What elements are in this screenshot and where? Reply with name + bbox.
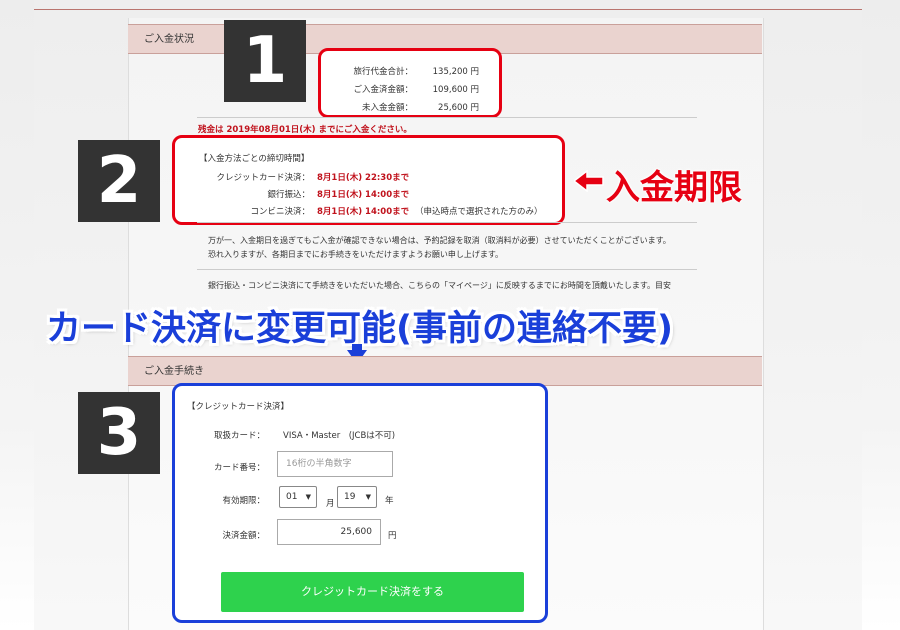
card-form-heading: 【クレジットカード決済】 <box>187 402 290 412</box>
accepted-cards-label: 取扱カード： <box>213 431 265 441</box>
amount-label: 決済金額： <box>222 531 265 541</box>
cutoff-convenience-label: コンビニ決済： <box>250 207 310 217</box>
notice-cancel-line1: 万が一、入金期日を過ぎてもご入金が確認できない場合は、予約記録を取消（取消料が必… <box>208 236 671 245</box>
notice-cancel-line2: 恐れ入りますが、各期日までにお手続きをいただけますようお願い申し上げます。 <box>208 250 504 259</box>
year-unit: 年 <box>385 496 394 506</box>
expiry-month-select[interactable]: 01 ▼ <box>279 486 317 508</box>
arrow-left-icon <box>574 170 604 192</box>
card-number-input[interactable]: 16桁の半角数字 <box>277 451 393 477</box>
cutoff-heading: 【入金方法ごとの締切時間】 <box>199 154 310 164</box>
cutoff-bank-value: 8月1日(木) 14:00まで <box>317 190 410 200</box>
divider <box>197 222 697 223</box>
cutoff-convenience-note: （申込時点で選択された方のみ） <box>415 207 543 217</box>
top-divider <box>34 9 862 10</box>
credit-card-submit-button[interactable]: クレジットカード決済をする <box>221 572 524 612</box>
step-badge-2: 2 <box>78 140 160 222</box>
cutoff-convenience-value: 8月1日(木) 14:00まで <box>317 207 410 217</box>
step-badge-3: 3 <box>78 392 160 474</box>
summary-paid-label: ご入金済金額： <box>353 85 413 95</box>
notice-bank-line1: 銀行振込・コンビニ決済にて手続きをいただいた場合、こちらの「マイページ」に反映す… <box>208 281 672 290</box>
amount-input[interactable]: 25,600 <box>277 519 381 545</box>
amount-unit: 円 <box>388 531 397 541</box>
month-unit: 月 <box>326 499 335 509</box>
divider <box>197 117 697 118</box>
payment-summary-highlight: 旅行代金合計： 135,200 円 ご入金済金額： 109,600 円 未入金金… <box>318 48 502 118</box>
chevron-down-icon: ▼ <box>365 493 371 501</box>
cutoff-credit-value: 8月1日(木) 22:30まで <box>317 173 410 183</box>
summary-unpaid-label: 未入金金額： <box>361 103 413 113</box>
expiry-year-value: 19 <box>344 492 356 502</box>
card-number-label: カード番号： <box>213 463 265 473</box>
expiry-month-value: 01 <box>286 492 298 502</box>
divider <box>197 269 697 270</box>
section-header-payment-procedure: ご入金手続き <box>128 356 762 386</box>
summary-total-label: 旅行代金合計： <box>353 67 413 77</box>
cutoff-times-highlight: 【入金方法ごとの締切時間】 クレジットカード決済： 8月1日(木) 22:30ま… <box>172 135 565 225</box>
chevron-down-icon: ▼ <box>305 493 311 501</box>
summary-unpaid-value: 25,600 円 <box>438 103 479 113</box>
summary-paid-value: 109,600 円 <box>432 85 479 95</box>
summary-total-value: 135,200 円 <box>432 67 479 77</box>
expiry-label: 有効期限： <box>222 496 265 506</box>
cutoff-credit-label: クレジットカード決済： <box>216 173 310 183</box>
payment-deadline-notice: 残金は 2019年08月01日(木) までにご入金ください。 <box>198 125 412 135</box>
expiry-year-select[interactable]: 19 ▼ <box>337 486 377 508</box>
deadline-callout: 入金期限 <box>606 168 742 208</box>
cutoff-bank-label: 銀行振込： <box>267 190 310 200</box>
accepted-cards-value: VISA・Master (JCBは不可) <box>283 431 396 441</box>
